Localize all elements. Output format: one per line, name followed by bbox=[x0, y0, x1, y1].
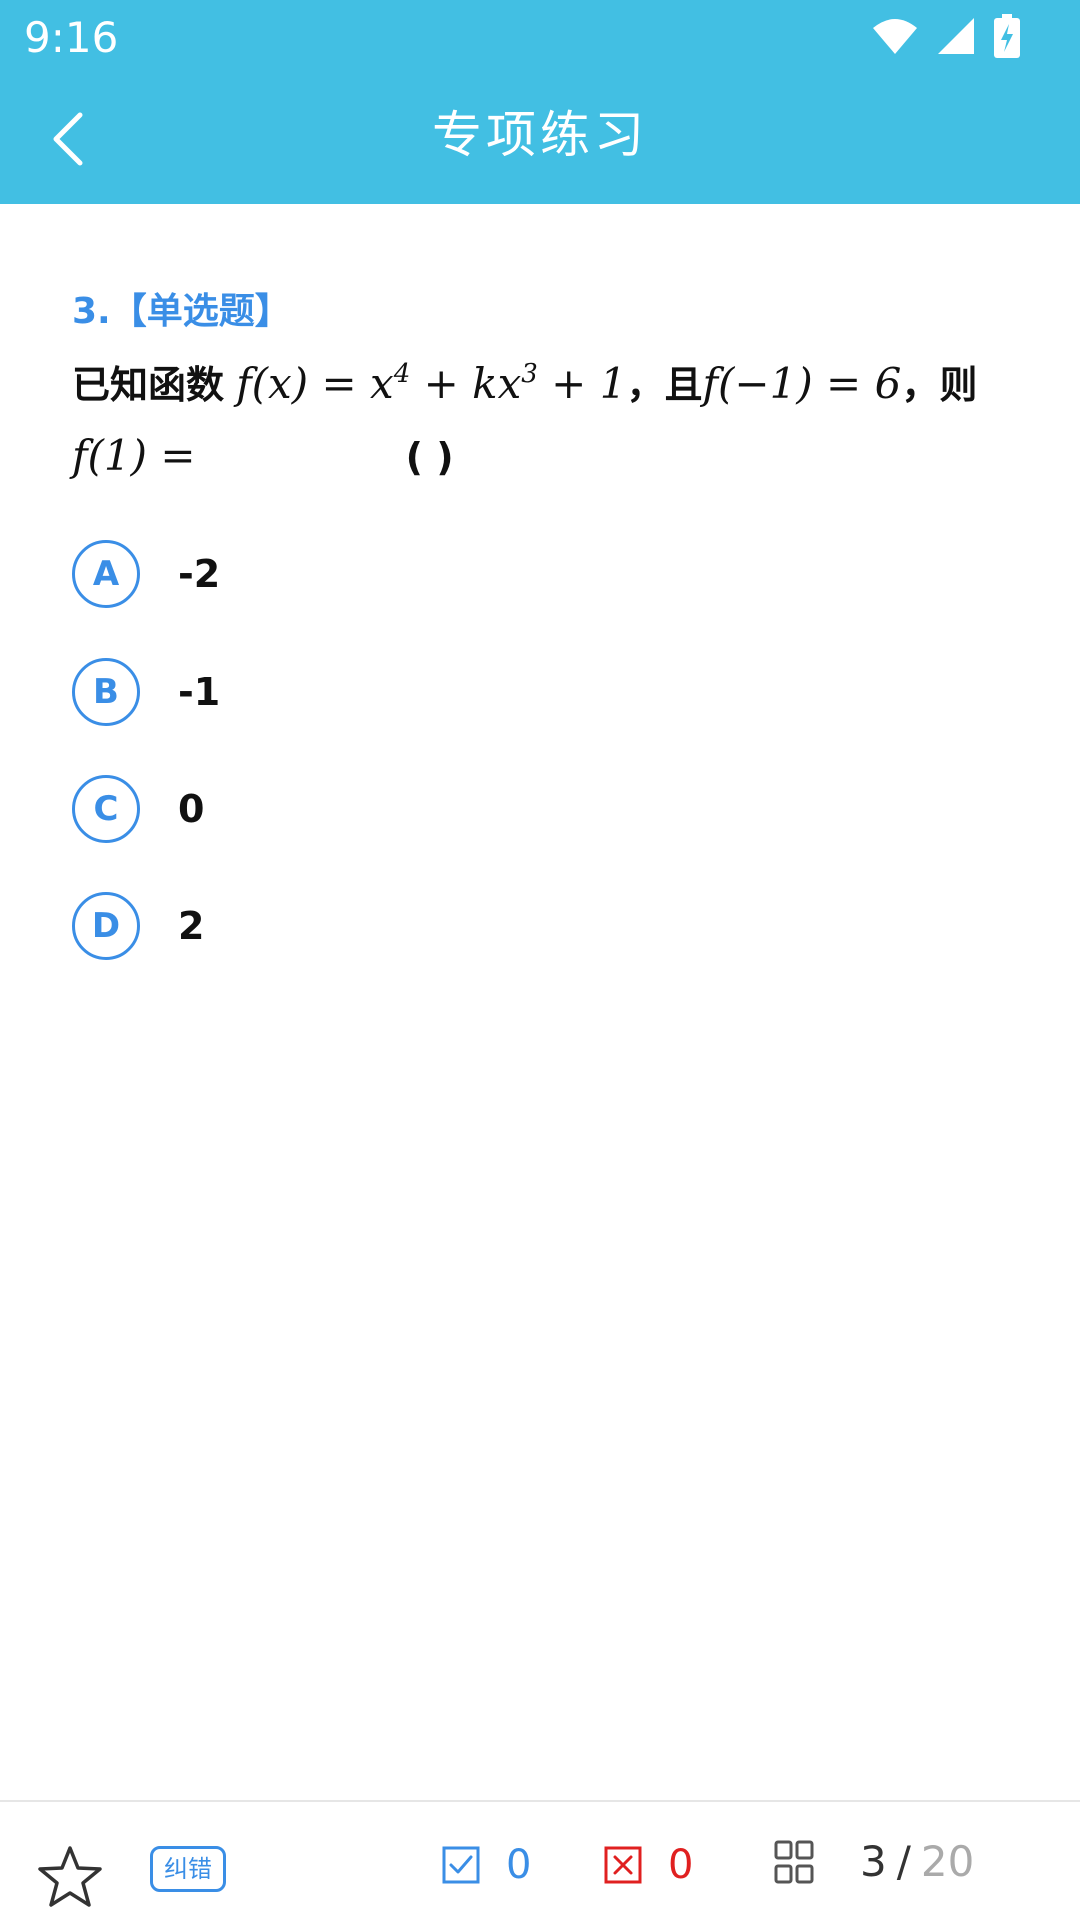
option-d-text: 2 bbox=[178, 904, 205, 948]
question-type-label: 3.【单选题】 bbox=[72, 291, 291, 332]
page-indicator: 3/20 bbox=[860, 1834, 974, 1890]
header-bar: 9:16 专项练习 bbox=[0, 0, 1080, 204]
status-time: 9:16 bbox=[24, 13, 119, 62]
current-page: 3 bbox=[860, 1837, 887, 1886]
answer-parentheses: ( ) bbox=[405, 435, 454, 479]
option-b-letter: B bbox=[72, 658, 140, 726]
battery-charging-icon bbox=[994, 14, 1020, 58]
question-stem-line2: f(1) = ( ) bbox=[72, 428, 1022, 485]
option-a-letter: A bbox=[72, 540, 140, 608]
correct-count: 0 bbox=[506, 1842, 532, 1888]
report-error-button[interactable]: 纠错 bbox=[150, 1846, 226, 1892]
page-separator: / bbox=[896, 1837, 911, 1886]
question-expression-fx: f(x) = x4 + kx3 + 1 bbox=[236, 359, 627, 408]
wrong-count: 0 bbox=[668, 1842, 694, 1888]
question-conjunction-2: ，则 bbox=[901, 363, 978, 407]
question-text-prefix: 已知函数 bbox=[72, 363, 225, 407]
app-root: 9:16 专项练习 3.【单选题】 已知函数 f(x) = x4 + kx3 +… bbox=[0, 0, 1080, 1920]
option-d[interactable]: D 2 bbox=[72, 890, 204, 962]
question-grid-button[interactable] bbox=[774, 1840, 814, 1884]
grid-icon bbox=[774, 1840, 814, 1884]
option-a[interactable]: A -2 bbox=[72, 538, 220, 610]
cross-box-icon bbox=[604, 1846, 642, 1884]
wifi-icon bbox=[873, 19, 917, 54]
favorite-button[interactable] bbox=[38, 1844, 102, 1908]
option-a-text: -2 bbox=[178, 552, 221, 596]
wrong-count-stat[interactable]: 0 bbox=[604, 1840, 693, 1890]
total-pages: 20 bbox=[920, 1837, 975, 1886]
star-outline-icon bbox=[38, 1846, 102, 1907]
option-c-text: 0 bbox=[178, 787, 205, 831]
question-stem-line1: 已知函数 f(x) = x4 + kx3 + 1，且f(−1) = 6，则 bbox=[72, 356, 1022, 413]
status-icons bbox=[872, 12, 1020, 60]
correct-count-stat[interactable]: 0 bbox=[442, 1840, 531, 1890]
page-title: 专项练习 bbox=[432, 106, 648, 164]
option-c-letter: C bbox=[72, 775, 140, 843]
question-expression-target: f(1) = bbox=[72, 431, 196, 480]
bottom-toolbar: 纠错 0 0 3/20 bbox=[0, 1800, 1080, 1920]
option-b[interactable]: B -1 bbox=[72, 656, 220, 728]
question-conjunction-1: ，且 bbox=[626, 363, 703, 407]
option-c[interactable]: C 0 bbox=[72, 773, 204, 845]
option-b-text: -1 bbox=[178, 670, 221, 714]
option-d-letter: D bbox=[72, 892, 140, 960]
question-expression-condition: f(−1) = 6 bbox=[702, 359, 902, 408]
signal-icon bbox=[938, 18, 974, 54]
check-box-icon bbox=[442, 1846, 480, 1884]
